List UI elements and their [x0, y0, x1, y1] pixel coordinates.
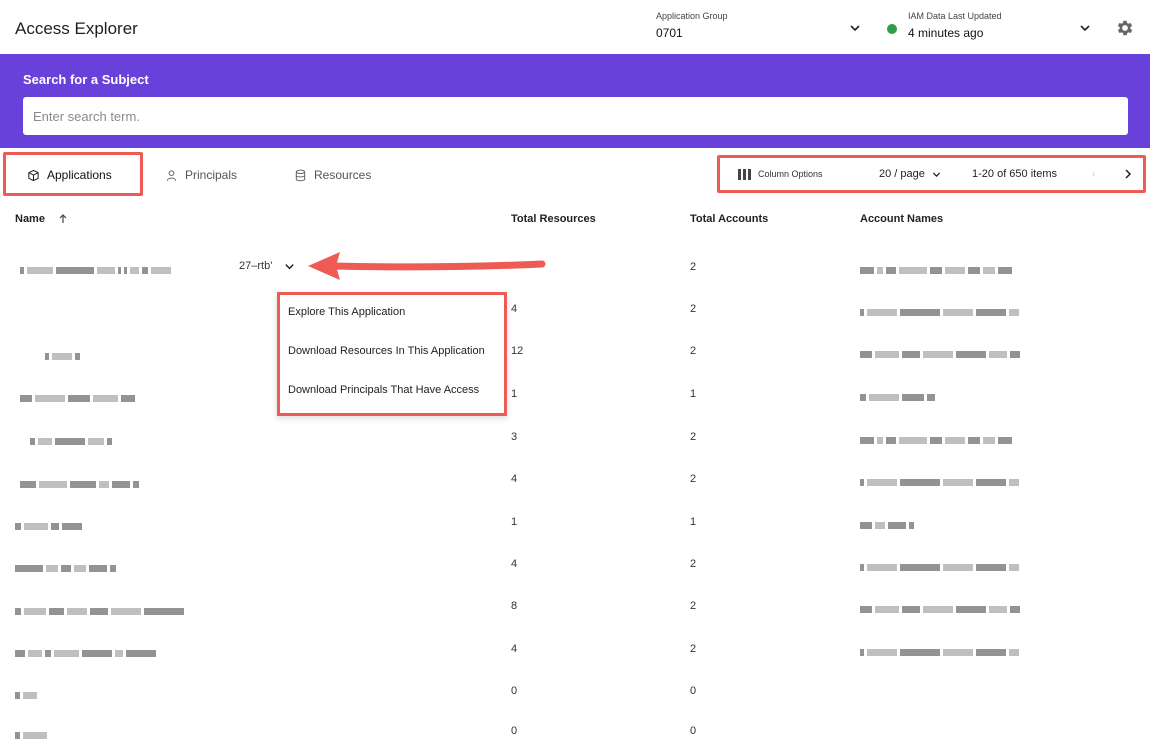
total-accounts-cell: 2	[690, 345, 697, 357]
redacted-name	[20, 476, 142, 489]
iam-data-label: IAM Data Last Updated	[908, 11, 1002, 21]
total-resources-cell: 0	[511, 725, 518, 737]
status-dot-icon	[887, 24, 897, 34]
tab-applications-label: Applications	[47, 168, 112, 182]
total-accounts-cell: 1	[690, 388, 697, 400]
redacted-account-names	[860, 517, 917, 530]
total-accounts-cell: 0	[690, 685, 697, 697]
redacted-account-names	[860, 474, 1022, 487]
chevron-down-icon[interactable]	[1078, 21, 1092, 35]
total-resources-cell: 0	[511, 685, 518, 697]
total-resources-cell: 4	[511, 473, 518, 485]
menu-item-download-principals[interactable]: Download Principals That Have Access	[288, 384, 479, 396]
column-header-account-names[interactable]: Account Names	[860, 213, 943, 225]
total-resources-cell: 4	[511, 303, 518, 315]
row-actions-menu: Explore This Application Download Resour…	[277, 292, 507, 416]
search-panel: Search for a Subject	[0, 54, 1150, 148]
redacted-account-names	[860, 304, 1022, 317]
previous-page-button[interactable]: ‹	[1092, 169, 1095, 180]
redacted-name	[15, 727, 50, 740]
application-group-label: Application Group	[656, 11, 728, 21]
redacted-name	[20, 390, 138, 403]
redacted-name	[45, 348, 83, 361]
total-resources-cell: 3	[511, 431, 518, 443]
total-accounts-cell: 1	[690, 516, 697, 528]
top-bar: Access Explorer Application Group 0701 I…	[0, 0, 1150, 54]
sort-ascending-icon[interactable]	[58, 214, 68, 224]
total-accounts-cell: 2	[690, 558, 697, 570]
next-page-button[interactable]	[1122, 168, 1134, 180]
redacted-name	[15, 687, 40, 700]
column-options-label: Column Options	[758, 169, 823, 179]
tab-resources-label: Resources	[314, 168, 372, 182]
total-accounts-cell: 0	[690, 725, 697, 737]
database-icon	[295, 169, 306, 181]
total-accounts-cell: 2	[690, 643, 697, 655]
column-options-button[interactable]: Column Options	[738, 168, 823, 180]
chevron-down-icon[interactable]	[848, 21, 862, 35]
redacted-account-names	[860, 644, 1022, 657]
redacted-name	[30, 433, 115, 446]
total-resources-cell: 4	[511, 643, 518, 655]
application-group-selector[interactable]: Application Group 0701	[656, 11, 728, 40]
total-resources-cell: 8	[511, 600, 518, 612]
redacted-name	[20, 262, 174, 275]
total-resources-cell: 4	[511, 558, 518, 570]
cube-icon	[28, 169, 39, 181]
row-name-suffix: 27–rtb'	[239, 260, 273, 272]
redacted-account-names	[860, 432, 1015, 445]
total-accounts-cell: 2	[690, 473, 697, 485]
redacted-account-names	[860, 601, 1023, 614]
column-header-total-resources[interactable]: Total Resources	[511, 213, 596, 225]
redacted-name	[15, 560, 119, 573]
redacted-account-names	[860, 389, 938, 402]
app-title: Access Explorer	[15, 19, 138, 38]
total-resources-cell: 12	[511, 345, 524, 357]
redacted-account-names	[860, 559, 1022, 572]
table-toolbar: Column Options 20 / page 1-20 of 650 ite…	[720, 158, 1144, 190]
total-accounts-cell: 2	[690, 431, 697, 443]
redacted-account-names	[860, 262, 1015, 275]
total-resources-cell: 1	[511, 388, 518, 400]
search-title: Search for a Subject	[23, 72, 149, 87]
tab-applications[interactable]: Applications	[27, 158, 112, 192]
tab-principals[interactable]: Principals	[165, 158, 237, 192]
page-size-select[interactable]: 20 / page	[879, 168, 942, 180]
total-resources-cell: 1	[511, 516, 518, 528]
iam-data-value: 4 minutes ago	[908, 26, 984, 40]
tab-principals-label: Principals	[185, 168, 238, 182]
pagination-range: 1-20 of 650 items	[972, 168, 1057, 180]
chevron-down-icon	[932, 171, 940, 177]
redacted-name	[15, 603, 187, 616]
application-group-value: 0701	[656, 26, 683, 40]
total-accounts-cell: 2	[690, 261, 697, 273]
iam-data-status[interactable]: IAM Data Last Updated 4 minutes ago	[908, 11, 1002, 40]
annotation-arrow	[308, 252, 546, 280]
person-icon	[166, 169, 177, 181]
redacted-name	[15, 518, 85, 531]
search-input[interactable]	[23, 97, 1128, 135]
page-size-value: 20 / page	[879, 168, 925, 180]
total-accounts-cell: 2	[690, 303, 697, 315]
total-accounts-cell: 2	[690, 600, 697, 612]
tab-resources[interactable]: Resources	[294, 158, 371, 192]
menu-item-download-resources[interactable]: Download Resources In This Application	[288, 345, 485, 357]
menu-item-explore-application[interactable]: Explore This Application	[288, 306, 405, 318]
redacted-name	[15, 645, 159, 658]
redacted-account-names	[860, 346, 1023, 359]
column-header-total-accounts[interactable]: Total Accounts	[690, 213, 768, 225]
column-header-name-label: Name	[15, 213, 45, 225]
chevron-down-icon[interactable]	[283, 260, 296, 273]
columns-icon	[738, 168, 751, 180]
column-header-name[interactable]: Name	[15, 213, 68, 225]
gear-icon[interactable]	[1115, 18, 1135, 38]
